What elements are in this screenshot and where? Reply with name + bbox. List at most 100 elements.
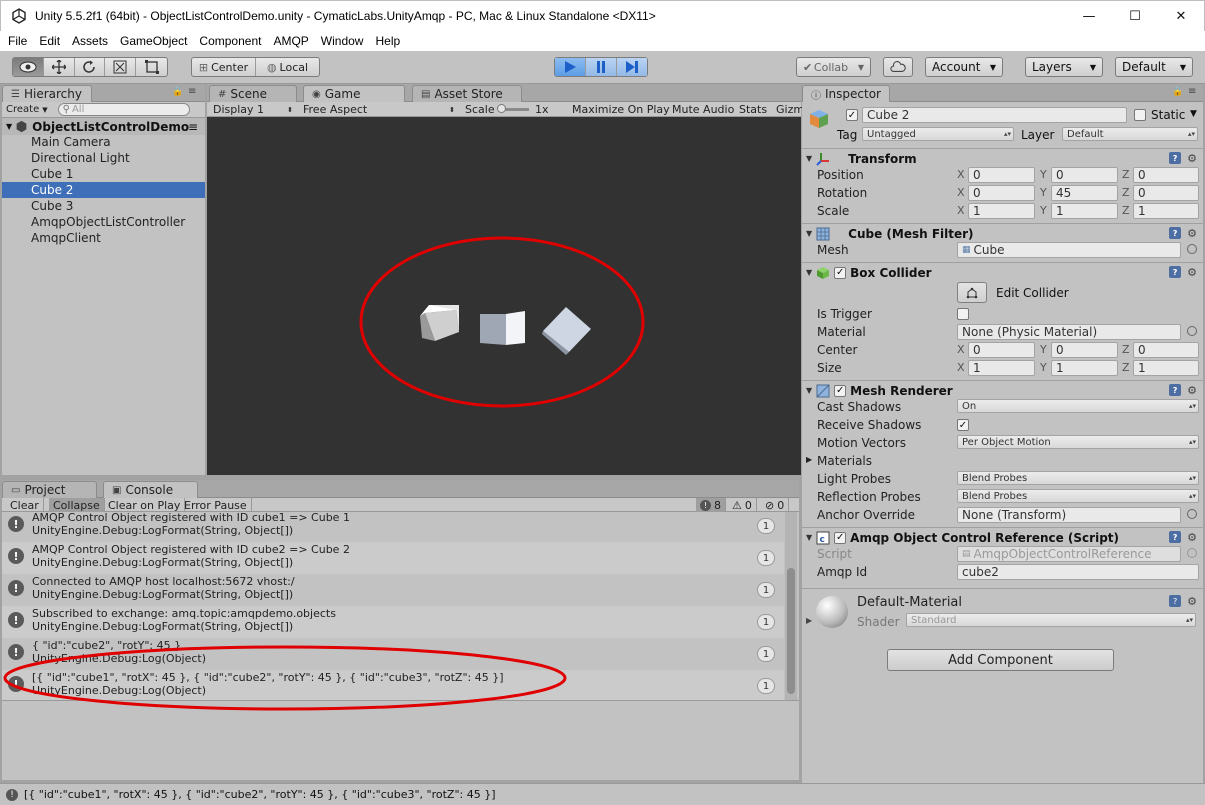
gear-icon[interactable]: ⚙ [1187, 266, 1197, 279]
edit-collider-button[interactable] [957, 282, 987, 303]
status-bar[interactable]: ! [{ "id":"cube1", "rotX": 45 }, { "id":… [0, 783, 1205, 805]
is-trigger-checkbox[interactable] [957, 308, 969, 320]
hierarchy-search-input[interactable]: ⚲ All [57, 103, 190, 116]
scale-slider[interactable] [497, 102, 529, 117]
physic-material-field[interactable]: None (Physic Material) [957, 324, 1181, 340]
scale-x-field[interactable]: 1 [968, 203, 1035, 219]
gear-icon[interactable]: ⚙ [1187, 384, 1197, 397]
transform-header[interactable]: ▼ Transform ? ⚙ [802, 148, 1203, 168]
display-dropdown[interactable]: Display 1 ⬍ [213, 102, 295, 117]
rotation-x-field[interactable]: 0 [968, 185, 1035, 201]
scale-z-field[interactable]: 1 [1133, 203, 1199, 219]
console-entry[interactable]: ! Connected to AMQP host localhost:5672 … [2, 574, 784, 606]
scale-tool-button[interactable] [105, 58, 137, 76]
help-icon[interactable]: ? [1169, 531, 1182, 543]
component-enabled-checkbox[interactable]: ✓ [834, 384, 847, 397]
add-component-button[interactable]: Add Component [887, 649, 1114, 671]
game-viewport[interactable] [207, 117, 801, 475]
scale-y-field[interactable]: 1 [1051, 203, 1118, 219]
amqp-script-header[interactable]: ▼ c ✓ Amqp Object Control Reference (Scr… [802, 527, 1203, 547]
scrollbar-thumb[interactable] [787, 568, 795, 694]
lock-icon[interactable]: 🔒 [1172, 87, 1183, 97]
cloud-button[interactable] [883, 57, 913, 77]
menu-amqp[interactable]: AMQP [267, 34, 314, 48]
gear-icon[interactable]: ⚙ [1187, 595, 1197, 608]
lock-icon[interactable]: 🔒 [172, 87, 183, 97]
help-icon[interactable]: ? [1169, 152, 1182, 164]
hierarchy-item[interactable]: Cube 3 [2, 198, 205, 214]
hierarchy-item-selected[interactable]: Cube 2 [2, 182, 205, 198]
menu-component[interactable]: Component [193, 34, 267, 48]
tab-hierarchy[interactable]: ☰ Hierarchy [2, 85, 92, 102]
help-icon[interactable]: ? [1169, 595, 1182, 607]
menu-help[interactable]: Help [369, 34, 406, 48]
layout-dropdown[interactable]: Default ▼ [1115, 57, 1193, 77]
hierarchy-item[interactable]: AmqpClient [2, 230, 205, 246]
mesh-object-field[interactable]: ▦ Cube [957, 242, 1181, 258]
mesh-renderer-header[interactable]: ▼ ✓ Mesh Renderer ? ⚙ [802, 380, 1203, 400]
center-z-field[interactable]: 0 [1133, 342, 1199, 358]
object-picker-icon[interactable] [1187, 509, 1197, 519]
center-y-field[interactable]: 0 [1051, 342, 1118, 358]
pause-button[interactable] [586, 58, 617, 76]
console-entry[interactable]: ! AMQP Control Object registered with ID… [2, 510, 784, 542]
amqp-id-field[interactable]: cube2 [957, 564, 1199, 580]
object-picker-icon[interactable] [1187, 244, 1197, 254]
hierarchy-item[interactable]: Main Camera [2, 134, 205, 150]
reflection-probes-dropdown[interactable]: Blend Probes [957, 489, 1199, 503]
hierarchy-item[interactable]: Cube 1 [2, 166, 205, 182]
scene-root[interactable]: ▼ ObjectListControlDemo ≡ [2, 118, 205, 135]
anchor-override-field[interactable]: None (Transform) [957, 507, 1181, 523]
center-x-field[interactable]: 0 [968, 342, 1035, 358]
panel-menu-icon[interactable]: ≡ [188, 120, 198, 134]
view-tool-button[interactable] [13, 58, 44, 76]
help-icon[interactable]: ? [1169, 227, 1182, 239]
receive-shadows-checkbox[interactable]: ✓ [957, 419, 969, 431]
fold-down-icon[interactable]: ▼ [806, 154, 812, 163]
static-checkbox[interactable] [1134, 109, 1146, 121]
move-tool-button[interactable] [44, 58, 75, 76]
tab-scene[interactable]: # Scene [209, 85, 297, 102]
mesh-filter-header[interactable]: ▼ Cube (Mesh Filter) ? ⚙ [802, 223, 1203, 243]
close-button[interactable]: ✕ [1158, 1, 1204, 32]
materials-row[interactable]: ▶ Materials [802, 452, 1203, 470]
fold-right-icon[interactable]: ▶ [806, 455, 812, 464]
rect-tool-button[interactable] [136, 58, 167, 76]
help-icon[interactable]: ? [1169, 266, 1182, 278]
fold-down-icon[interactable]: ▼ [806, 268, 812, 277]
console-entry[interactable]: ! AMQP Control Object registered with ID… [2, 542, 784, 574]
layers-dropdown[interactable]: Layers ▼ [1025, 57, 1103, 77]
component-enabled-checkbox[interactable]: ✓ [834, 531, 847, 544]
fold-down-icon[interactable]: ▼ [806, 386, 812, 395]
object-picker-icon[interactable] [1187, 326, 1197, 336]
active-checkbox[interactable]: ✓ [846, 109, 858, 121]
object-name-field[interactable]: Cube 2 [862, 107, 1127, 123]
position-x-field[interactable]: 0 [968, 167, 1035, 183]
panel-menu-icon[interactable]: ≡ [188, 86, 196, 97]
rotation-y-field[interactable]: 45 [1051, 185, 1118, 201]
tab-project[interactable]: ▭ Project [2, 481, 97, 498]
maximize-button[interactable]: ☐ [1112, 1, 1158, 32]
local-button[interactable]: ◍ Local [256, 58, 319, 76]
motion-vectors-dropdown[interactable]: Per Object Motion [957, 435, 1199, 449]
collab-dropdown[interactable]: ✔ Collab ▼ [796, 57, 871, 77]
stats-toggle[interactable]: Stats [739, 102, 767, 117]
gear-icon[interactable]: ⚙ [1187, 227, 1197, 240]
menu-window[interactable]: Window [315, 34, 370, 48]
position-y-field[interactable]: 0 [1051, 167, 1118, 183]
fold-right-icon[interactable]: ▶ [806, 616, 812, 625]
light-probes-dropdown[interactable]: Blend Probes [957, 471, 1199, 485]
static-dropdown-icon[interactable]: ▼ [1190, 109, 1197, 119]
maximize-on-play-toggle[interactable]: Maximize On Play [572, 102, 670, 117]
step-button[interactable] [617, 58, 647, 76]
layer-dropdown[interactable]: Default [1062, 127, 1198, 141]
gizmos-dropdown[interactable]: Gizm [776, 102, 804, 117]
rotation-z-field[interactable]: 0 [1133, 185, 1199, 201]
console-scrollbar[interactable] [785, 512, 797, 700]
size-y-field[interactable]: 1 [1051, 360, 1118, 376]
size-z-field[interactable]: 1 [1133, 360, 1199, 376]
tab-game[interactable]: ◉ Game [303, 85, 405, 102]
play-button[interactable] [555, 58, 586, 76]
gear-icon[interactable]: ⚙ [1187, 152, 1197, 165]
menu-edit[interactable]: Edit [33, 34, 66, 48]
